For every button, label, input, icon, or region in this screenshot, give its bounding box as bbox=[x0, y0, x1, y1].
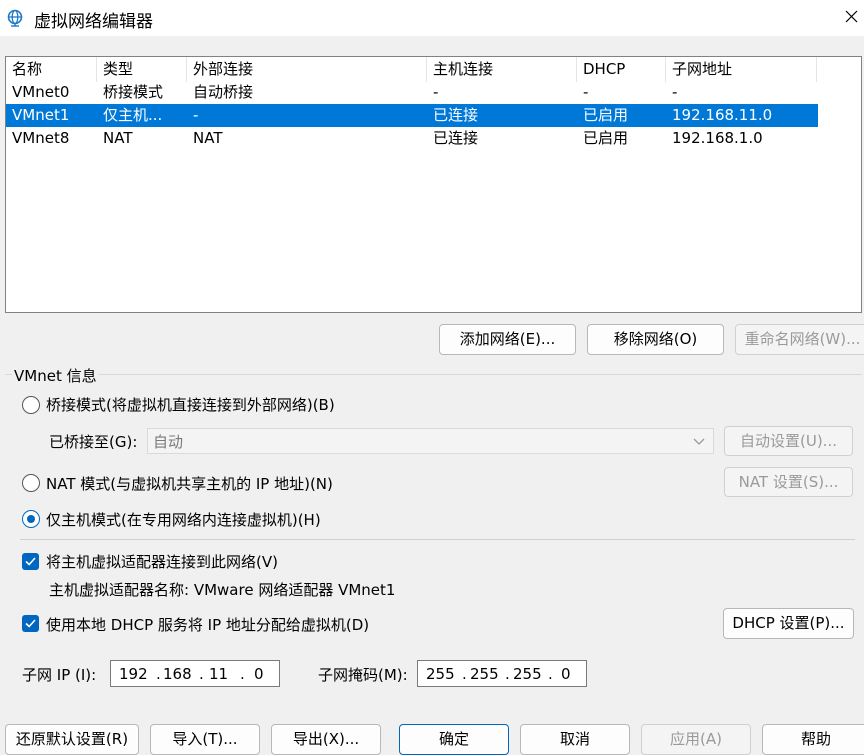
table-row-selected[interactable]: VMnet1 仅主机... - 已连接 已启用 192.168.11.0 bbox=[6, 104, 818, 127]
window-title: 虚拟网络编辑器 bbox=[34, 12, 153, 32]
cell-dhcp: - bbox=[583, 83, 589, 101]
bridged-to-select[interactable] bbox=[147, 428, 714, 454]
cell-name: VMnet0 bbox=[12, 83, 70, 101]
cell-host: - bbox=[433, 83, 439, 101]
vmnet-info-title: VMnet 信息 bbox=[12, 365, 99, 386]
ip-octet: 168 bbox=[163, 665, 192, 683]
mask-octet: 255 bbox=[426, 665, 455, 683]
subnet-mask-input[interactable]: 255 . 255 . 255 . 0 bbox=[417, 660, 587, 687]
bridged-to-value: 自动 bbox=[153, 433, 184, 451]
remove-network-button[interactable]: 移除网络(O) bbox=[587, 324, 724, 355]
use-dhcp-label[interactable]: 使用本地 DHCP 服务将 IP 地址分配给虚拟机(D) bbox=[46, 614, 369, 635]
table-row[interactable]: VMnet0 桥接模式 自动桥接 - - - bbox=[6, 81, 818, 104]
mask-octet: 255 bbox=[470, 665, 499, 683]
host-only-mode-radio[interactable] bbox=[22, 510, 40, 528]
bridge-mode-radio[interactable] bbox=[22, 396, 40, 414]
cancel-button[interactable]: 取消 bbox=[520, 724, 630, 755]
subnet-mask-label: 子网掩码(M): bbox=[318, 666, 408, 684]
column-header-dhcp[interactable]: DHCP bbox=[577, 57, 666, 82]
ip-octet: 192 bbox=[119, 665, 148, 683]
cell-external: 自动桥接 bbox=[193, 83, 254, 101]
cell-type: 仅主机... bbox=[103, 106, 163, 124]
group-divider bbox=[5, 374, 862, 375]
add-network-button[interactable]: 添加网络(E)... bbox=[439, 324, 576, 355]
subnet-ip-label: 子网 IP (I): bbox=[22, 666, 97, 684]
mask-dot: . bbox=[548, 665, 553, 683]
export-button[interactable]: 导出(X)... bbox=[271, 724, 381, 755]
rename-network-button[interactable]: 重命名网络(W)... bbox=[735, 324, 864, 355]
nat-settings-button[interactable]: NAT 设置(S)... bbox=[724, 467, 853, 497]
ip-octet: 11 bbox=[209, 665, 229, 683]
subnet-ip-input[interactable]: 192 . 168 . 11 . 0 bbox=[110, 660, 280, 687]
cell-subnet: - bbox=[672, 83, 678, 101]
connect-adapter-label[interactable]: 将主机虚拟适配器连接到此网络(V) bbox=[46, 551, 278, 572]
column-header-subnet[interactable]: 子网地址 bbox=[666, 57, 817, 82]
separator bbox=[20, 539, 855, 540]
ip-dot: . bbox=[199, 665, 204, 683]
table-row[interactable]: VMnet8 NAT NAT 已连接 已启用 192.168.1.0 bbox=[6, 127, 818, 150]
cell-type: NAT bbox=[103, 129, 133, 147]
dhcp-settings-button[interactable]: DHCP 设置(P)... bbox=[723, 608, 854, 639]
help-button[interactable]: 帮助 bbox=[762, 724, 864, 755]
adapter-name-text: 主机虚拟适配器名称: VMware 网络适配器 VMnet1 bbox=[49, 581, 396, 599]
cell-name: VMnet8 bbox=[12, 129, 70, 147]
cell-type: 桥接模式 bbox=[103, 83, 164, 101]
mask-octet: 0 bbox=[561, 665, 571, 683]
mask-octet: 255 bbox=[513, 665, 542, 683]
ip-dot: . bbox=[240, 665, 245, 683]
apply-button[interactable]: 应用(A) bbox=[641, 724, 751, 755]
restore-defaults-button[interactable]: 还原默认设置(R) bbox=[5, 724, 139, 755]
ok-button[interactable]: 确定 bbox=[399, 724, 509, 755]
cell-external: - bbox=[193, 106, 199, 124]
host-only-mode-label[interactable]: 仅主机模式(在专用网络内连接虚拟机)(H) bbox=[46, 509, 321, 530]
checkmark-icon bbox=[25, 557, 36, 566]
cell-host: 已连接 bbox=[433, 106, 479, 124]
connect-adapter-checkbox[interactable] bbox=[22, 553, 39, 570]
cell-subnet: 192.168.11.0 bbox=[672, 106, 773, 124]
mask-dot: . bbox=[462, 665, 467, 683]
close-icon[interactable] bbox=[838, 4, 864, 30]
column-header-name[interactable]: 名称 bbox=[6, 57, 97, 82]
nat-mode-label[interactable]: NAT 模式(与虚拟机共享主机的 IP 地址)(N) bbox=[46, 473, 333, 494]
chevron-down-icon bbox=[693, 438, 705, 445]
column-header-host[interactable]: 主机连接 bbox=[427, 57, 577, 82]
cell-host: 已连接 bbox=[433, 129, 479, 147]
nat-mode-radio[interactable] bbox=[22, 474, 40, 492]
column-header-type[interactable]: 类型 bbox=[97, 57, 187, 82]
checkmark-icon bbox=[25, 619, 36, 628]
cell-dhcp: 已启用 bbox=[583, 129, 629, 147]
use-dhcp-checkbox[interactable] bbox=[22, 615, 39, 632]
globe-network-icon bbox=[7, 9, 23, 27]
cell-external: NAT bbox=[193, 129, 223, 147]
bridged-to-label: 已桥接至(G): bbox=[49, 433, 138, 451]
cell-dhcp: 已启用 bbox=[583, 106, 629, 124]
cell-subnet: 192.168.1.0 bbox=[672, 129, 763, 147]
mask-dot: . bbox=[505, 665, 510, 683]
column-header-external[interactable]: 外部连接 bbox=[187, 57, 427, 82]
cell-name: VMnet1 bbox=[12, 106, 70, 124]
bridge-mode-label[interactable]: 桥接模式(将虚拟机直接连接到外部网络)(B) bbox=[46, 394, 335, 415]
ip-dot: . bbox=[156, 665, 161, 683]
ip-octet: 0 bbox=[254, 665, 264, 683]
auto-settings-button[interactable]: 自动设置(U)... bbox=[724, 426, 853, 456]
network-list[interactable]: 名称 类型 外部连接 主机连接 DHCP 子网地址 VMnet0 桥接模式 自动… bbox=[5, 56, 862, 313]
import-button[interactable]: 导入(T)... bbox=[150, 724, 260, 755]
